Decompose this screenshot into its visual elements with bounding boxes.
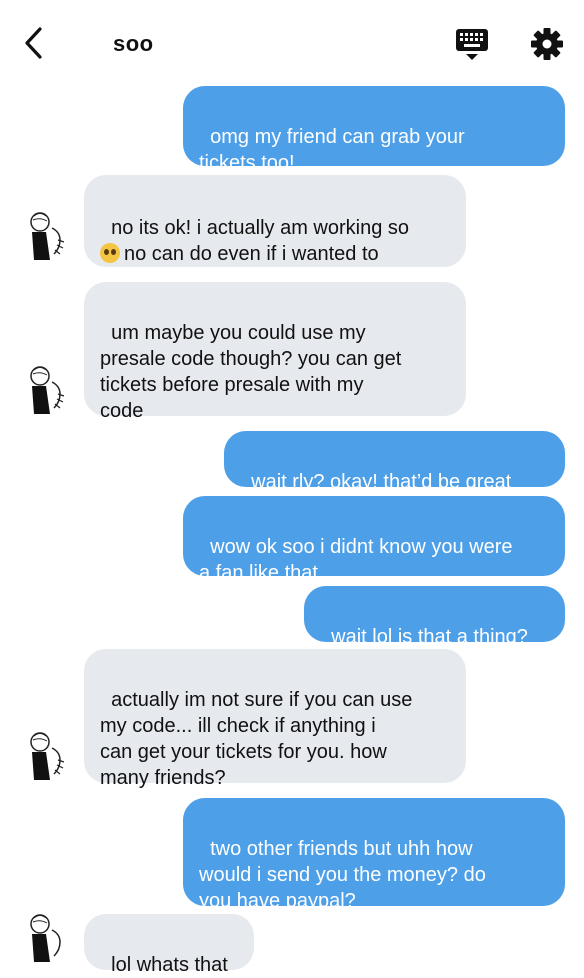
keyboard-hide-icon: [456, 29, 488, 60]
contact-avatar-sketch-icon: [30, 366, 65, 414]
message-bubble-outgoing[interactable]: omg my friend can grab your tickets too!: [183, 86, 565, 174]
message-text: two other friends but uhh how would i se…: [199, 838, 486, 912]
gear-icon: [531, 28, 563, 60]
message-text-continued: no can do even if i wanted to: [124, 243, 379, 265]
contact-avatar-sketch-icon: [30, 732, 65, 780]
message-bubble-outgoing[interactable]: wait lol is that a thing?: [304, 586, 565, 648]
back-button[interactable]: [20, 26, 50, 60]
message-text: um maybe you could use my presale code t…: [100, 322, 402, 422]
message-text: lol whats that: [111, 954, 228, 976]
message-text: actually im not sure if you can use my c…: [100, 689, 413, 789]
message-bubble-outgoing[interactable]: wow ok soo i didnt know you were a fan l…: [183, 496, 565, 584]
avatar[interactable]: [24, 730, 74, 782]
keyboard-button[interactable]: [454, 27, 490, 63]
chat-header: soo: [0, 0, 584, 84]
chat-title[interactable]: soo: [113, 31, 154, 57]
avatar[interactable]: [24, 210, 74, 262]
chevron-left-icon: [25, 27, 42, 59]
pleading-face-emoji: [100, 243, 120, 263]
settings-button[interactable]: [530, 27, 564, 61]
message-bubble-outgoing[interactable]: two other friends but uhh how would i se…: [183, 798, 565, 912]
message-text: wow ok soo i didnt know you were a fan l…: [199, 536, 513, 584]
avatar[interactable]: [24, 912, 74, 964]
message-bubble-incoming[interactable]: actually im not sure if you can use my c…: [84, 649, 466, 789]
contact-avatar-sketch-icon: [30, 914, 61, 962]
message-text: wait lol is that a thing?: [331, 626, 528, 648]
message-bubble-incoming[interactable]: lol whats that: [84, 914, 254, 976]
message-bubble-incoming[interactable]: um maybe you could use my presale code t…: [84, 282, 466, 422]
message-text: no its ok! i actually am working so: [111, 217, 410, 239]
contact-avatar-sketch-icon: [30, 212, 65, 260]
message-text: omg my friend can grab your tickets too!: [199, 126, 465, 174]
avatar[interactable]: [24, 364, 74, 416]
message-bubble-outgoing[interactable]: wait rly? okay! that’d be great: [224, 431, 565, 493]
message-bubble-incoming[interactable]: no its ok! i actually am working so no ca…: [84, 175, 466, 267]
message-text: wait rly? okay! that’d be great: [251, 471, 512, 493]
